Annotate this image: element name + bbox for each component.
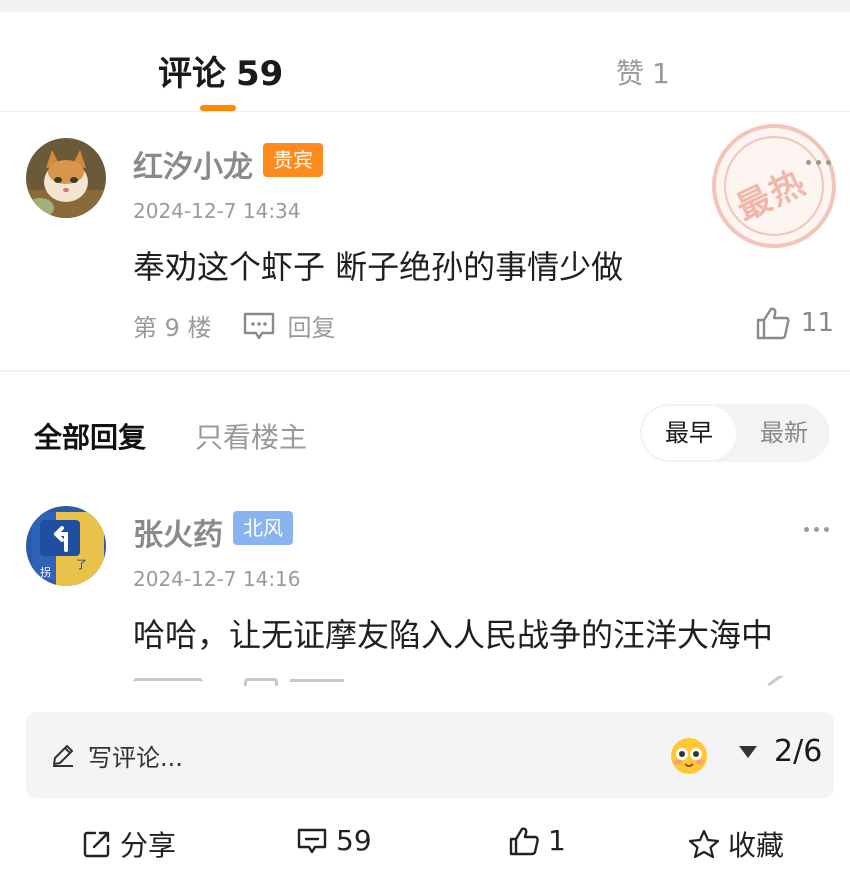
like-button[interactable]: 11 bbox=[755, 306, 834, 340]
sort-earliest[interactable]: 最早 bbox=[642, 406, 736, 460]
avatar[interactable] bbox=[26, 138, 106, 218]
floor-number: 第 9 楼 bbox=[133, 314, 212, 342]
level-badge: 北风 bbox=[233, 511, 293, 545]
like-count: 11 bbox=[800, 308, 834, 338]
comments-button[interactable]: 59 bbox=[296, 824, 372, 857]
share-label: 分享 bbox=[120, 829, 177, 862]
comments-count: 59 bbox=[336, 824, 372, 857]
reply-text: 哈哈，让无证摩友陷入人民战争的汪洋大海中 bbox=[133, 616, 774, 654]
star-icon bbox=[688, 829, 720, 859]
caret-down-icon bbox=[739, 745, 757, 758]
reply-author[interactable]: 张火药 bbox=[133, 510, 223, 554]
comment-composer[interactable]: 写评论... 2/6 bbox=[26, 712, 834, 798]
tab-likes[interactable]: 赞1 bbox=[616, 52, 670, 92]
cat-avatar-image bbox=[26, 138, 106, 218]
sort-toggle: 最早 最新 bbox=[640, 404, 830, 462]
reply-button[interactable]: 回复 bbox=[242, 308, 336, 343]
comment-meta: 第 9 楼 回复 bbox=[133, 308, 336, 343]
tab-comments-count: 59 bbox=[236, 54, 284, 94]
favorite-label: 收藏 bbox=[728, 829, 785, 862]
reply-filter-bar: 全部回复 只看楼主 最早 最新 bbox=[0, 404, 850, 462]
like-article-button[interactable]: 1 bbox=[508, 824, 566, 857]
more-options-icon[interactable] bbox=[804, 527, 830, 533]
pen-icon bbox=[53, 745, 73, 767]
vip-badge: 贵宾 bbox=[263, 143, 323, 177]
comment-icon bbox=[297, 828, 327, 853]
svg-text:拐: 拐 bbox=[40, 565, 51, 579]
share-button[interactable]: 分享 bbox=[82, 824, 176, 864]
comment-text: 奉劝这个虾子 断子绝孙的事情少做 bbox=[133, 248, 624, 286]
thumbs-up-icon bbox=[756, 307, 790, 340]
active-tab-indicator bbox=[200, 105, 236, 111]
clipped-reply-icon bbox=[244, 678, 278, 686]
clipped-like-icon bbox=[767, 676, 795, 686]
svg-text:了: 了 bbox=[76, 558, 87, 571]
page-indicator[interactable]: 2/6 bbox=[738, 734, 822, 769]
tab-comments[interactable]: 评论 59 bbox=[158, 46, 283, 95]
emoji-icon[interactable] bbox=[668, 734, 710, 776]
reply-time: 2024-12-7 14:16 bbox=[133, 567, 301, 591]
sort-newest[interactable]: 最新 bbox=[740, 406, 828, 460]
likes-count: 1 bbox=[548, 824, 566, 857]
more-options-icon[interactable] bbox=[806, 160, 832, 166]
tab-bar: 评论 59 赞1 bbox=[0, 12, 850, 112]
share-icon bbox=[83, 831, 110, 858]
filter-all-replies[interactable]: 全部回复 bbox=[34, 416, 146, 456]
clipped-reply-meta bbox=[0, 676, 850, 686]
composer-placeholder: 写评论... bbox=[88, 744, 183, 772]
clipped-reply-label bbox=[290, 679, 344, 686]
page-indicator-text: 2/6 bbox=[774, 734, 823, 769]
bottom-action-bar: 分享 59 1 收藏 bbox=[0, 812, 850, 872]
reply-icon bbox=[243, 312, 274, 339]
tab-likes-label: 赞 bbox=[616, 57, 645, 90]
tab-likes-count: 1 bbox=[652, 57, 670, 90]
avatar[interactable]: 拐 了 bbox=[26, 506, 106, 586]
sign-avatar-image: 拐 了 bbox=[26, 506, 106, 586]
clipped-floor-text bbox=[133, 678, 203, 686]
filter-owner-only[interactable]: 只看楼主 bbox=[195, 416, 307, 456]
hot-stamp: 最热 bbox=[712, 124, 836, 248]
favorite-button[interactable]: 收藏 bbox=[688, 824, 784, 864]
reply-label: 回复 bbox=[287, 314, 336, 342]
comment-author[interactable]: 红汐小龙 bbox=[133, 142, 253, 186]
section-divider bbox=[0, 370, 850, 372]
thumbs-up-icon bbox=[509, 827, 539, 855]
comment-time: 2024-12-7 14:34 bbox=[133, 199, 301, 223]
top-strip bbox=[0, 0, 850, 12]
tab-comments-label: 评论 bbox=[158, 54, 226, 94]
